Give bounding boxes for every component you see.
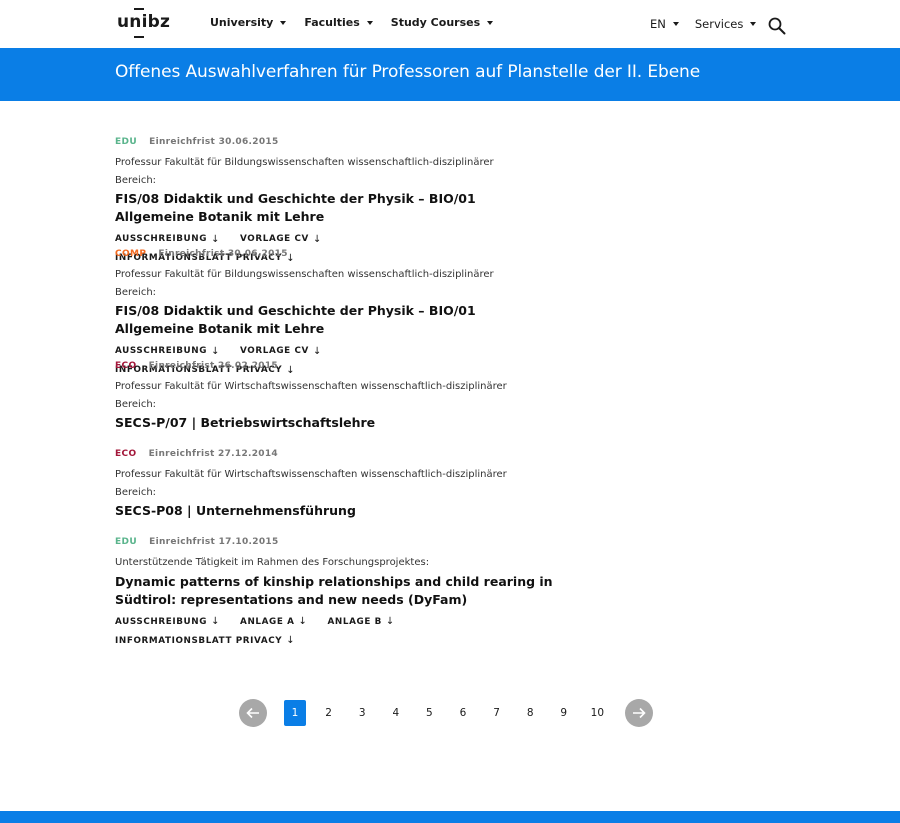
download-link[interactable]: INFORMATIONSBLATT PRIVACY ↓ <box>115 635 295 647</box>
faculty-tag: COMP <box>115 249 147 259</box>
arrow-down-icon: ↓ <box>385 616 395 627</box>
page-link[interactable]: 8 <box>519 700 541 726</box>
entry-meta: EDU Einreichfrist 17.10.2015 <box>115 537 575 549</box>
download-link[interactable]: VORLAGE CV ↓ <box>240 233 322 245</box>
pagination: 1 2 3 4 5 6 7 8 9 10 <box>239 699 654 727</box>
nav-study-courses-label: Study Courses <box>390 16 481 29</box>
faculty-tag: EDU <box>115 537 138 547</box>
link-label: INFORMATIONSBLATT PRIVACY <box>115 635 283 646</box>
link-label: VORLAGE CV <box>240 346 309 356</box>
entry-meta: COMP Einreichfrist 30.06.2015 <box>115 249 575 261</box>
listing-entry: EDU Einreichfrist 17.10.2015 Unterstütze… <box>115 537 575 647</box>
page-title: Offenes Auswahlverfahren für Professoren… <box>115 62 701 82</box>
nav-faculties[interactable]: Faculties <box>304 16 373 29</box>
listing-entry: EDU Einreichfrist 30.06.2015 Professur F… <box>115 137 575 264</box>
page-numbers: 1 2 3 4 5 6 7 8 9 10 <box>284 700 608 726</box>
page-link[interactable]: 10 <box>586 700 608 726</box>
entry-links: AUSSCHREIBUNG ↓ ANLAGE A ↓ ANLAGE B ↓ INFOR… <box>115 616 535 647</box>
entry-title[interactable]: FIS/08 Didaktik und Geschichte der Physi… <box>115 302 555 338</box>
footer-bar <box>0 811 900 823</box>
utility-nav: EN Services <box>650 17 772 31</box>
search-icon[interactable] <box>768 17 786 35</box>
listing-entry: ECO Einreichfrist 27.12.2014 Professur F… <box>115 449 575 520</box>
deadline: Einreichfrist 30.06.2015 <box>149 137 279 147</box>
page-link[interactable]: 2 <box>318 700 340 726</box>
page-link[interactable]: 6 <box>452 700 474 726</box>
services-label: Services <box>694 17 744 31</box>
top-navigation: unibz University Faculties Study Courses… <box>0 0 900 48</box>
entry-title[interactable]: Dynamic patterns of kinship relationship… <box>115 573 555 609</box>
entry-title[interactable]: SECS-P08 | Unternehmensführung <box>115 502 555 520</box>
logo-text: unibz <box>117 12 171 32</box>
faculty-tag: ECO <box>115 361 137 371</box>
entry-description: Professur Fakultät für Wirtschaftswissen… <box>115 469 507 498</box>
entry-description: Professur Fakultät für Wirtschaftswissen… <box>115 381 507 410</box>
entry-description: Professur Fakultät für Bildungswissensch… <box>115 269 494 298</box>
entry-description: Unterstützende Tätigkeit im Rahmen des F… <box>115 557 430 568</box>
logo-bar-bottom <box>134 36 144 38</box>
link-label: ANLAGE A <box>240 616 295 627</box>
arrow-down-icon: ↓ <box>312 233 322 245</box>
arrow-down-icon: ↓ <box>211 616 221 627</box>
page-link-current[interactable]: 1 <box>284 700 306 726</box>
listing-entry: ECO Einreichfrist 26.02.2015 Professur F… <box>115 361 575 432</box>
arrow-right-icon <box>633 707 646 719</box>
link-label: AUSSCHREIBUNG <box>115 346 208 356</box>
logo-bar-top <box>134 8 144 10</box>
arrow-down-icon: ↓ <box>286 635 296 646</box>
prev-page-button[interactable] <box>239 699 267 727</box>
nav-university-label: University <box>210 16 274 29</box>
link-label: ANLAGE B <box>327 616 382 627</box>
entry-meta: ECO Einreichfrist 27.12.2014 <box>115 449 575 461</box>
faculty-tag: EDU <box>115 137 138 147</box>
entry-title[interactable]: SECS-P/07 | Betriebswirtschaftslehre <box>115 414 555 432</box>
listing-entry: COMP Einreichfrist 30.06.2015 Professur … <box>115 249 575 376</box>
main-nav: University Faculties Study Courses <box>210 16 511 29</box>
download-link[interactable]: ANLAGE B ↓ <box>328 616 395 628</box>
page-link[interactable]: 7 <box>486 700 508 726</box>
link-label: AUSSCHREIBUNG <box>115 234 208 244</box>
services-menu[interactable]: Services <box>695 17 757 31</box>
nav-university[interactable]: University <box>210 16 287 29</box>
unibz-logo[interactable]: unibz <box>117 8 170 40</box>
download-link[interactable]: AUSSCHREIBUNG ↓ <box>115 345 220 357</box>
page-link[interactable]: 4 <box>385 700 407 726</box>
deadline: Einreichfrist 27.12.2014 <box>148 449 278 459</box>
entry-meta: EDU Einreichfrist 30.06.2015 <box>115 137 575 149</box>
link-label: AUSSCHREIBUNG <box>115 616 208 627</box>
page-link[interactable]: 5 <box>418 700 440 726</box>
deadline: Einreichfrist 26.02.2015 <box>148 361 278 371</box>
page-link[interactable]: 3 <box>351 700 373 726</box>
arrow-left-icon <box>246 707 259 719</box>
entry-meta: ECO Einreichfrist 26.02.2015 <box>115 361 575 373</box>
chevron-down-icon <box>366 20 373 25</box>
faculty-tag: ECO <box>115 449 137 459</box>
entry-description: Professur Fakultät für Bildungswissensch… <box>115 157 494 186</box>
chevron-down-icon <box>672 22 679 26</box>
entry-title[interactable]: FIS/08 Didaktik und Geschichte der Physi… <box>115 190 555 226</box>
link-label: VORLAGE CV <box>240 234 309 244</box>
language-label: EN <box>650 17 666 31</box>
arrow-down-icon: ↓ <box>211 233 221 245</box>
deadline: Einreichfrist 30.06.2015 <box>158 249 288 259</box>
nav-faculties-label: Faculties <box>304 16 360 29</box>
download-link[interactable]: VORLAGE CV ↓ <box>240 345 322 357</box>
arrow-down-icon: ↓ <box>298 616 308 627</box>
chevron-down-icon <box>750 22 757 26</box>
arrow-down-icon: ↓ <box>312 345 322 357</box>
chevron-down-icon <box>487 20 494 25</box>
nav-study-courses[interactable]: Study Courses <box>390 16 494 29</box>
arrow-down-icon: ↓ <box>211 345 221 357</box>
next-page-button[interactable] <box>625 699 654 727</box>
deadline: Einreichfrist 17.10.2015 <box>149 537 279 547</box>
download-link[interactable]: AUSSCHREIBUNG ↓ <box>115 616 220 628</box>
chevron-down-icon <box>280 20 287 25</box>
language-selector[interactable]: EN <box>650 17 679 31</box>
page-link[interactable]: 9 <box>553 700 575 726</box>
page-banner: Offenes Auswahlverfahren für Professoren… <box>0 48 900 101</box>
download-link[interactable]: ANLAGE A ↓ <box>240 616 307 628</box>
download-link[interactable]: AUSSCHREIBUNG ↓ <box>115 233 220 245</box>
